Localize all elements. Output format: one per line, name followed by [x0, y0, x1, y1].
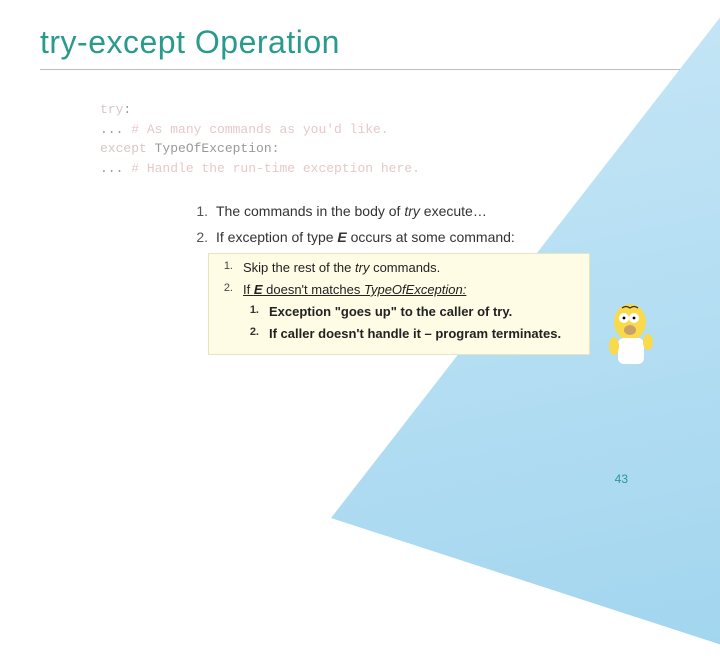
sub-1-c: commands.	[369, 260, 440, 275]
sub-2-type: TypeOfException:	[364, 282, 466, 297]
list-1-try: try	[404, 203, 420, 219]
code-comment-1: # As many commands as you'd like.	[131, 122, 388, 137]
sublist-item-1: 1. Skip the rest of the try commands.	[217, 258, 581, 278]
code-keyword-try: try	[100, 102, 123, 117]
code-block: try: ... # As many commands as you'd lik…	[100, 100, 680, 178]
subsublist-item-1: 1. Exception "goes up" to the caller of …	[243, 302, 581, 322]
code-line-4: ... # Handle the run-time exception here…	[100, 159, 680, 179]
sublist-text-1: Skip the rest of the try commands.	[243, 258, 581, 278]
sublist-text-2: If E doesn't matches TypeOfException:	[243, 280, 581, 300]
code-comment-2: # Handle the run-time exception here.	[131, 161, 420, 176]
list-item-2: 2. If exception of type E occurs at some…	[190, 226, 680, 248]
sublist-item-2: 2. If E doesn't matches TypeOfException:	[217, 280, 581, 300]
sub-1-try: try	[355, 260, 369, 275]
sub-1-a: Skip the rest of the	[243, 260, 355, 275]
page-number: 43	[615, 472, 628, 486]
subsublist-number-2: 2.	[243, 324, 269, 344]
list-2-e: E	[337, 229, 346, 245]
code-keyword-except: except	[100, 141, 147, 156]
main-list: 1. The commands in the body of try execu…	[190, 200, 680, 249]
subsublist-item-2: 2. If caller doesn't handle it – program…	[243, 324, 581, 344]
subsublist-number-1: 1.	[243, 302, 269, 322]
code-indent-2: ...	[100, 161, 131, 176]
list-text-1: The commands in the body of try execute…	[216, 200, 680, 222]
code-indent: ...	[100, 122, 131, 137]
list-1-part-c: execute…	[420, 203, 487, 219]
list-2-part-c: occurs at some command:	[347, 229, 515, 245]
list-text-2: If exception of type E occurs at some co…	[216, 226, 680, 248]
code-exception-type: TypeOfException:	[147, 141, 280, 156]
sub-2-e: E	[254, 282, 263, 297]
code-line-1: try:	[100, 100, 680, 120]
list-item-1: 1. The commands in the body of try execu…	[190, 200, 680, 222]
code-colon: :	[123, 102, 131, 117]
page-title: try-except Operation	[40, 0, 680, 70]
list-number-1: 1.	[190, 200, 216, 222]
highlighted-sublist: 1. Skip the rest of the try commands. 2.…	[208, 253, 590, 356]
sublist-number-1: 1.	[217, 258, 243, 278]
list-2-part-a: If exception of type	[216, 229, 337, 245]
sublist-number-2: 2.	[217, 280, 243, 300]
cartoon-illustration	[604, 300, 660, 370]
code-line-2: ... # As many commands as you'd like.	[100, 120, 680, 140]
sub-2-a: If	[243, 282, 254, 297]
list-number-2: 2.	[190, 226, 216, 248]
code-line-3: except TypeOfException:	[100, 139, 680, 159]
subsublist-text-2: If caller doesn't handle it – program te…	[269, 324, 581, 344]
sub-2-c: doesn't matches	[263, 282, 364, 297]
list-1-part-a: The commands in the body of	[216, 203, 404, 219]
subsublist-text-1: Exception "goes up" to the caller of try…	[269, 302, 581, 322]
